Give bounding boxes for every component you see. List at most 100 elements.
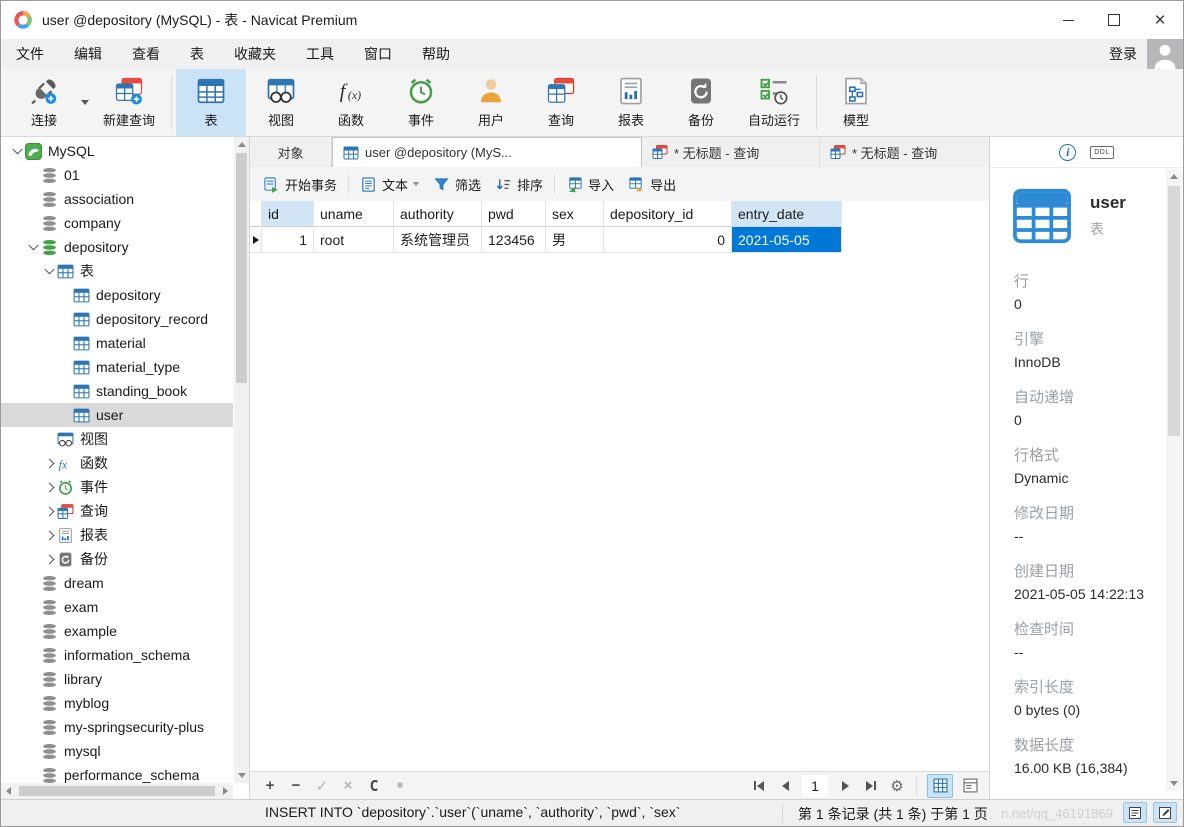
table-toolbar-export-button[interactable]: 导出 (621, 171, 683, 197)
page-number[interactable]: 1 (802, 774, 828, 797)
toolbar-tables-button[interactable]: 表 (176, 69, 247, 136)
expander-open-icon[interactable] (25, 240, 41, 251)
expander-closed-icon[interactable] (41, 482, 57, 492)
tree-item-db-mysql[interactable]: mysql (1, 739, 233, 763)
grid-view-button[interactable] (927, 773, 953, 798)
scrollbar-thumb[interactable] (1168, 186, 1180, 436)
toolbar-reports-button[interactable]: 报表 (596, 69, 666, 136)
tab-query-1[interactable]: * 无标题 - 查询 (642, 137, 820, 167)
tree-item-queries-folder[interactable]: 查询 (1, 499, 233, 523)
column-header-depository_id[interactable]: depository_id (604, 201, 732, 227)
tree-item-db-dream[interactable]: dream (1, 571, 233, 595)
tree-vertical-scrollbar[interactable] (234, 137, 249, 783)
tree-item-table-user[interactable]: user (1, 403, 233, 427)
table-toolbar-filter-button[interactable]: 筛选 (426, 171, 488, 197)
next-page-button[interactable] (832, 775, 858, 797)
tree-item-db-example[interactable]: example (1, 619, 233, 643)
cell-uname[interactable]: root (314, 227, 394, 253)
cell-depository_id[interactable]: 0 (604, 227, 732, 253)
info-icon[interactable]: i (1059, 143, 1077, 161)
tree-item-table-material[interactable]: material (1, 331, 233, 355)
info-panel-scrollbar[interactable] (1166, 169, 1182, 791)
expander-closed-icon[interactable] (41, 506, 57, 516)
menu-table[interactable]: 表 (175, 39, 219, 69)
table-toolbar-sort-button[interactable]: 排序 (488, 171, 550, 197)
tree-item-table-depository[interactable]: depository (1, 283, 233, 307)
tree-item-db-exam[interactable]: exam (1, 595, 233, 619)
tab-query-2[interactable]: * 无标题 - 查询 (820, 137, 990, 167)
tree-item-backup-folder[interactable]: 备份 (1, 547, 233, 571)
tree-item-db-information-schema[interactable]: information_schema (1, 643, 233, 667)
maximize-button[interactable] (1091, 1, 1137, 39)
refresh-button[interactable]: C (362, 774, 386, 798)
tree-item-table-depository-record[interactable]: depository_record (1, 307, 233, 331)
form-view-button[interactable] (957, 774, 983, 798)
tree-item-db-association[interactable]: association (1, 187, 233, 211)
expander-open-icon[interactable] (9, 144, 25, 155)
tree-item-db-depository[interactable]: depository (1, 235, 233, 259)
toolbar-model-button[interactable]: 模型 (821, 69, 891, 136)
toolbar-functions-button[interactable]: f (x) 函数 (316, 69, 386, 136)
tree-item-db-01[interactable]: 01 (1, 163, 233, 187)
expander-open-icon[interactable] (41, 264, 57, 275)
tree-item-views-folder[interactable]: 视图 (1, 427, 233, 451)
menu-edit[interactable]: 编辑 (59, 39, 117, 69)
table-toolbar-text-button[interactable]: 文本 (353, 171, 426, 197)
tree-item-db-my-springsecurity-plus[interactable]: my-springsecurity-plus (1, 715, 233, 739)
toolbar-backup-button[interactable]: 备份 (666, 69, 736, 136)
expander-closed-icon[interactable] (41, 554, 57, 564)
memo-view-button[interactable] (1153, 802, 1177, 823)
tree-item-functions-folder[interactable]: fx 函数 (1, 451, 233, 475)
toolbar-automation-button[interactable]: 自动运行 (736, 69, 812, 136)
last-page-button[interactable] (858, 775, 884, 797)
toolbar-events-button[interactable]: 事件 (386, 69, 456, 136)
menu-favorites[interactable]: 收藏夹 (219, 39, 291, 69)
column-header-pwd[interactable]: pwd (482, 201, 546, 227)
prev-page-button[interactable] (772, 775, 798, 797)
scroll-down-icon[interactable] (234, 768, 249, 783)
menu-tools[interactable]: 工具 (291, 39, 349, 69)
scrollbar-thumb[interactable] (236, 153, 247, 383)
avatar[interactable] (1147, 39, 1183, 69)
tree-horizontal-scrollbar[interactable] (1, 783, 233, 799)
cell-sex[interactable]: 男 (546, 227, 604, 253)
cell-authority[interactable]: 系统管理员 (394, 227, 482, 253)
column-header-entry_date[interactable]: entry_date (732, 201, 842, 227)
notes-view-button[interactable] (1123, 802, 1147, 823)
toolbar-new-query-button[interactable]: 新建查询 (91, 69, 167, 136)
scroll-up-icon[interactable] (234, 137, 249, 152)
toolbar-connection-dropdown-icon[interactable] (79, 69, 91, 136)
expander-closed-icon[interactable] (41, 530, 57, 540)
discard-changes-button[interactable]: × (336, 774, 360, 798)
apply-changes-button[interactable]: ✓ (310, 774, 334, 798)
scroll-up-icon[interactable] (1166, 169, 1181, 184)
scrollbar-thumb[interactable] (19, 786, 215, 796)
column-header-uname[interactable]: uname (314, 201, 394, 227)
cell-pwd[interactable]: 123456 (482, 227, 546, 253)
tab-table-user[interactable]: user @depository (MyS... (332, 137, 642, 167)
column-header-authority[interactable]: authority (394, 201, 482, 227)
tree-item-table-material-type[interactable]: material_type (1, 355, 233, 379)
tree-item-table-standing-book[interactable]: standing_book (1, 379, 233, 403)
scroll-left-icon[interactable] (1, 784, 16, 799)
scroll-down-icon[interactable] (1166, 776, 1181, 791)
login-button[interactable]: 登录 (1109, 44, 1137, 64)
tree-item-reports-folder[interactable]: 报表 (1, 523, 233, 547)
first-page-button[interactable] (746, 775, 772, 797)
menu-view[interactable]: 查看 (117, 39, 175, 69)
tree-item-db-myblog[interactable]: myblog (1, 691, 233, 715)
table-toolbar-begin-transaction-button[interactable]: 开始事务 (256, 171, 344, 197)
menu-file[interactable]: 文件 (1, 39, 59, 69)
toolbar-views-button[interactable]: 视图 (246, 69, 316, 136)
add-record-button[interactable]: + (258, 774, 282, 798)
stop-button[interactable]: ■ (388, 774, 412, 798)
tree-item-events-folder[interactable]: 事件 (1, 475, 233, 499)
tree-item-tables-folder[interactable]: 表 (1, 259, 233, 283)
cell-id[interactable]: 1 (262, 227, 314, 253)
ddl-icon[interactable]: DDL (1090, 145, 1114, 159)
toolbar-queries-button[interactable]: 查询 (526, 69, 596, 136)
tree-item-db-company[interactable]: company (1, 211, 233, 235)
column-header-sex[interactable]: sex (546, 201, 604, 227)
toolbar-users-button[interactable]: 用户 (456, 69, 526, 136)
delete-record-button[interactable]: − (284, 774, 308, 798)
